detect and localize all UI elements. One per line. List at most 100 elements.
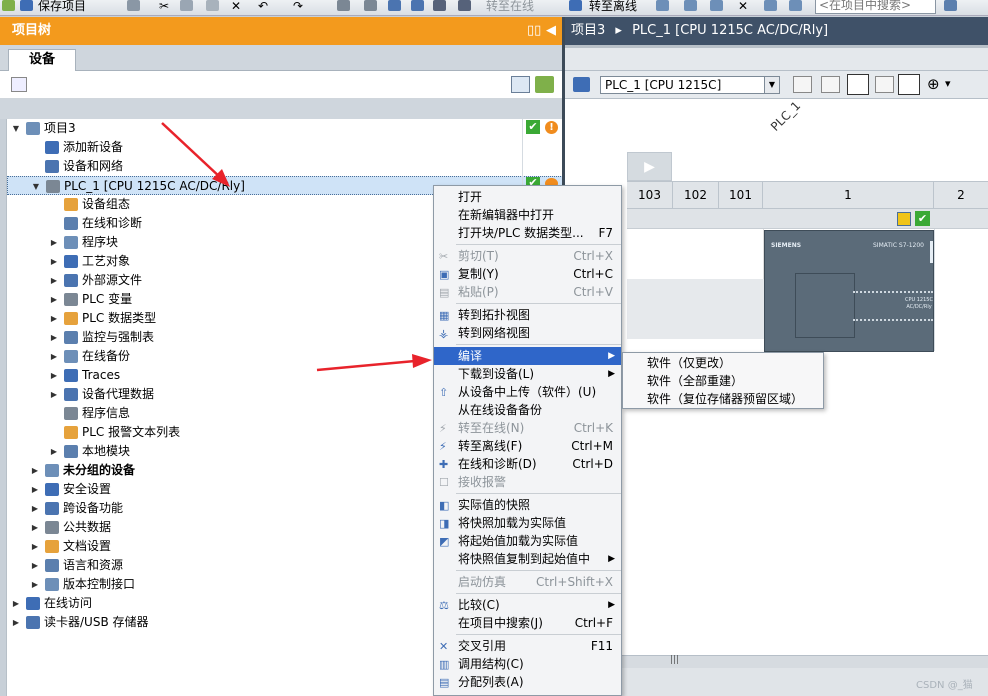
cut-icon[interactable]: ✂ <box>159 0 169 14</box>
menu-item[interactable]: ◨ 将快照加载为实际值 <box>434 514 621 532</box>
tree-item-icon <box>64 350 78 363</box>
expand-arrow-icon[interactable]: ▶ <box>49 290 59 309</box>
expand-slots-icon[interactable]: ▶ <box>627 152 672 181</box>
menu-item[interactable]: 编译 ▶ <box>434 347 621 365</box>
collapse-panel-icon[interactable]: ◀ <box>546 17 556 45</box>
menu-item[interactable]: ⚡ 转至离线(F) Ctrl+M <box>434 437 621 455</box>
rack-slot-header: 103 102 101 1 2 <box>627 181 988 209</box>
pen-icon[interactable] <box>847 74 869 95</box>
zoom-dropdown-icon[interactable]: ▾ <box>945 77 951 90</box>
expand-arrow-icon[interactable]: ▶ <box>49 328 59 347</box>
grid-icon[interactable] <box>875 76 894 93</box>
copy-icon[interactable] <box>180 0 193 14</box>
submenu-item[interactable]: 软件（复位存储器预留区域） <box>647 390 823 408</box>
menu-item[interactable]: ▥ 调用结构(C) <box>434 655 621 673</box>
expand-arrow-icon[interactable]: ▶ <box>30 518 40 537</box>
menu-item[interactable]: ⚶ 转到网络视图 <box>434 324 621 342</box>
save-icon[interactable] <box>20 0 33 14</box>
close-icon[interactable]: ✕ <box>738 0 748 14</box>
toolbar-tool-icon-7[interactable] <box>710 0 723 14</box>
toolbar-view-icon[interactable] <box>793 76 812 93</box>
chevron-down-icon[interactable]: ▼ <box>764 77 779 93</box>
menu-item[interactable]: ⇧ 从设备中上传（软件）(U) <box>434 383 621 401</box>
expand-arrow-icon[interactable]: ▶ <box>30 537 40 556</box>
toolbar-tool-icon-4[interactable] <box>458 0 471 14</box>
toolbar-tool-icon-8[interactable] <box>764 0 777 14</box>
sync-icon[interactable] <box>535 76 554 93</box>
menu-item[interactable]: ◩ 将起始值加载为实际值 <box>434 532 621 550</box>
scrollbar-grip[interactable]: ||| <box>670 655 679 665</box>
name-icon[interactable] <box>821 76 840 93</box>
tree-item[interactable]: 添加新设备 <box>7 138 563 157</box>
toolbar-tool-icon-9[interactable] <box>789 0 802 14</box>
device-select[interactable]: PLC_1 [CPU 1215C] ▼ <box>600 76 780 94</box>
search-go-icon[interactable] <box>944 0 957 14</box>
tree-item[interactable]: ▼ 项目3 <box>7 119 563 138</box>
cpu-module[interactable]: SIEMENS SIMATIC S7-1200 CPU 1215C AC/DC/… <box>764 230 934 352</box>
menu-item[interactable]: ▣ 复制(Y) Ctrl+C <box>434 265 621 283</box>
device-icon[interactable] <box>573 77 590 92</box>
expand-arrow-icon[interactable]: ▶ <box>49 309 59 328</box>
menu-item[interactable]: 打开块/PLC 数据类型... F7 <box>434 224 621 242</box>
expand-arrow-icon[interactable]: ▶ <box>30 480 40 499</box>
breadcrumb-project[interactable]: 项目3 <box>571 23 605 38</box>
submenu-item[interactable]: 软件（全部重建） <box>647 372 823 390</box>
zoom-icon[interactable]: ⊕ <box>927 75 940 93</box>
expand-arrow-icon[interactable]: ▶ <box>30 556 40 575</box>
undo-icon[interactable]: ↶ <box>258 0 268 14</box>
download-icon[interactable] <box>388 0 401 14</box>
breadcrumb-device[interactable]: PLC_1 [CPU 1215C AC/DC/Rly] <box>632 23 828 38</box>
expand-arrow-icon[interactable]: ▶ <box>49 366 59 385</box>
tree-item[interactable]: 设备和网络 <box>7 157 563 176</box>
expand-arrow-icon[interactable]: ▶ <box>11 613 21 632</box>
paste-icon[interactable] <box>206 0 219 14</box>
table-icon[interactable] <box>898 74 920 95</box>
go-offline-icon[interactable] <box>569 0 582 14</box>
expand-arrow-icon[interactable]: ▶ <box>49 233 59 252</box>
pin-icon[interactable]: ▯▯ <box>527 17 541 45</box>
upload-icon[interactable] <box>411 0 424 14</box>
delete-icon[interactable]: ✕ <box>231 0 241 14</box>
expand-arrow-icon[interactable]: ▶ <box>49 442 59 461</box>
menu-item[interactable]: 在项目中搜索(J) Ctrl+F <box>434 614 621 632</box>
expand-arrow-icon[interactable]: ▶ <box>30 461 40 480</box>
collapse-arrow-icon[interactable]: ▼ <box>11 119 21 138</box>
toolbar-new-icon[interactable] <box>2 0 15 14</box>
redo-icon[interactable]: ↷ <box>293 0 303 14</box>
menu-item[interactable]: 从在线设备备份 <box>434 401 621 419</box>
toolbar-tool-icon[interactable] <box>337 0 350 14</box>
menu-item[interactable]: ▦ 转到拓扑视图 <box>434 306 621 324</box>
menu-item[interactable]: ✕ 交叉引用 F11 <box>434 637 621 655</box>
toolbar-tool-icon-3[interactable] <box>433 0 446 14</box>
print-icon[interactable] <box>127 0 140 14</box>
go-offline-button[interactable]: 转至离线 <box>589 0 637 14</box>
menu-item[interactable]: ⚖ 比较(C) ▶ <box>434 596 621 614</box>
project-search-input[interactable]: <在项目中搜索> <box>815 0 936 14</box>
menu-item[interactable]: 在新编辑器中打开 <box>434 206 621 224</box>
expand-arrow-icon[interactable]: ▶ <box>49 252 59 271</box>
toolbar-tool-icon-5[interactable] <box>656 0 669 14</box>
menu-item[interactable]: 将快照值复制到起始值中 ▶ <box>434 550 621 568</box>
expand-arrow-icon[interactable]: ▶ <box>49 347 59 366</box>
tab-devices[interactable]: 设备 <box>8 49 76 72</box>
menu-item-shortcut: Ctrl+V <box>573 285 613 299</box>
menu-item[interactable]: ◧ 实际值的快照 <box>434 496 621 514</box>
save-project-button[interactable]: 保存项目 <box>38 0 86 14</box>
horizontal-scrollbar[interactable] <box>565 656 988 668</box>
collapse-arrow-icon[interactable]: ▼ <box>31 177 41 196</box>
tree-view-icon[interactable] <box>11 77 27 92</box>
menu-item[interactable]: 下载到设备(L) ▶ <box>434 365 621 383</box>
menu-item[interactable]: 打开 <box>434 188 621 206</box>
menu-item[interactable]: ✚ 在线和诊断(D) Ctrl+D <box>434 455 621 473</box>
menu-item[interactable]: ▤ 分配列表(A) <box>434 673 621 691</box>
toolbar-tool-icon-2[interactable] <box>364 0 377 14</box>
expand-arrow-icon[interactable]: ▶ <box>49 271 59 290</box>
submenu-item[interactable]: 软件（仅更改） <box>647 354 823 372</box>
expand-arrow-icon[interactable]: ▶ <box>30 499 40 518</box>
expand-arrow-icon[interactable]: ▶ <box>49 385 59 404</box>
table-view-icon[interactable] <box>511 76 530 93</box>
tree-item-icon <box>64 198 78 211</box>
expand-arrow-icon[interactable]: ▶ <box>11 594 21 613</box>
toolbar-tool-icon-6[interactable] <box>684 0 697 14</box>
expand-arrow-icon[interactable]: ▶ <box>30 575 40 594</box>
